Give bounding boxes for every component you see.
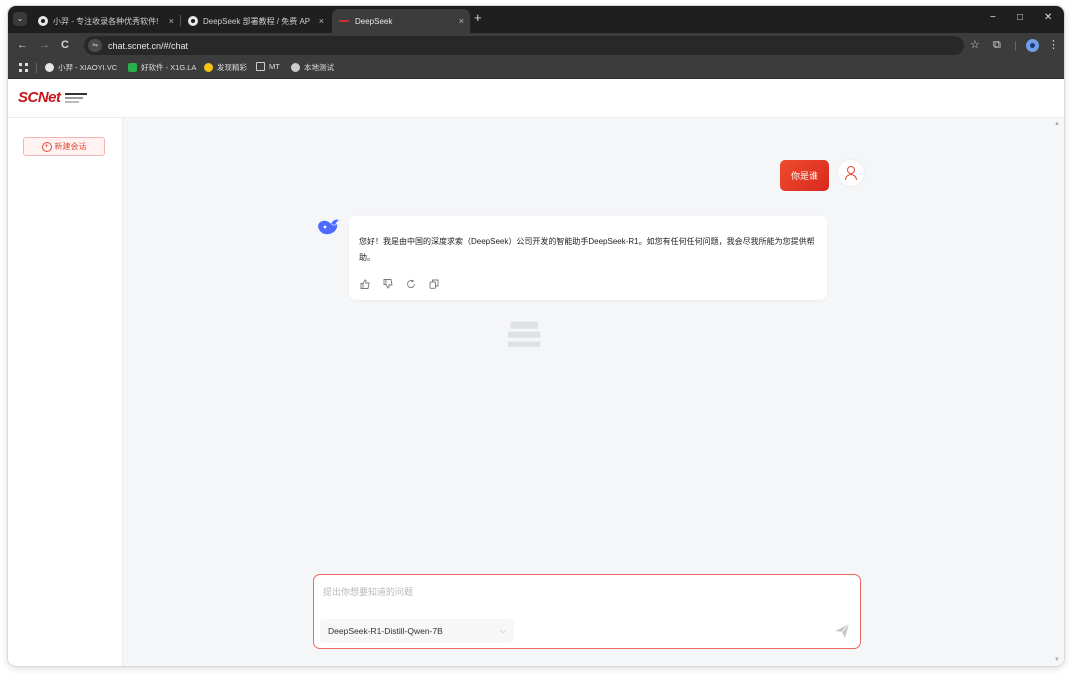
tab-title: 小羿 - 专注收录各种优秀软件! (53, 16, 159, 26)
deepseek-whale-icon (318, 219, 339, 235)
bookmark-xiaoyi[interactable]: 小羿 - XIAOYI.VC (45, 62, 117, 73)
watermark: ▇▇▇▇▇ ▆▆▆▆▆▆ ▅▅▅▅▅▅ (508, 322, 541, 347)
bookmark-label: 好软件 - X1G.LA (141, 63, 197, 72)
maximize-button[interactable]: □ (1017, 12, 1023, 23)
globe-icon (291, 63, 300, 72)
thumbs-down-icon[interactable] (382, 279, 393, 290)
tab-bar: ⌄ 小羿 - 专注收录各种优秀软件! × DeepSeek 部署教程 / 免费 … (8, 6, 1064, 33)
plus-circle-icon: + (41, 141, 52, 152)
close-window-button[interactable]: ✕ (1044, 12, 1052, 23)
bookmark-x1g[interactable]: 好软件 - X1G.LA (128, 62, 196, 73)
chat-composer: DeepSeek-R1-Distill-Qwen-7B ⌵ (313, 574, 861, 649)
bookmark-folder-mt[interactable]: MT (256, 62, 280, 71)
bookmark-label: MT (269, 62, 280, 71)
tab-title: DeepSeek (355, 16, 393, 26)
forward-button[interactable]: → (39, 38, 50, 52)
user-message-text: 你是谁 (790, 171, 818, 181)
thumbs-up-icon[interactable] (359, 279, 370, 290)
copy-icon[interactable] (428, 279, 439, 290)
bookmarks-divider (36, 63, 37, 73)
chevron-down-icon: ⌵ (499, 626, 506, 635)
bookmark-discover[interactable]: 发现精彩 (204, 62, 247, 73)
sidebar: + 新建会话 (8, 118, 123, 666)
page: SCNet + 新建会话 ▲ 你是谁 您好！我是由中国的深度求索（DeepSee… (8, 79, 1064, 666)
folder-icon (256, 62, 265, 71)
user-message-bubble: 你是谁 (780, 160, 829, 191)
browser-window: ⌄ 小羿 - 专注收录各种优秀软件! × DeepSeek 部署教程 / 免费 … (8, 6, 1064, 666)
new-chat-label: 新建会话 (54, 142, 87, 151)
tab-title: DeepSeek 部署教程 / 免费 AP (203, 16, 311, 26)
model-select-value: DeepSeek-R1-Distill-Qwen-7B (328, 626, 443, 636)
tab-search-icon[interactable]: ⌄ (13, 12, 27, 26)
minimize-button[interactable]: − (990, 12, 996, 23)
assistant-message-text: 您好！我是由中国的深度求索（DeepSeek）公司开发的智能助手DeepSeek… (359, 237, 815, 262)
close-tab-icon[interactable]: × (319, 16, 324, 26)
scroll-up-arrow-icon[interactable]: ▲ (1054, 121, 1060, 127)
new-chat-button[interactable]: + 新建会话 (23, 137, 105, 156)
new-tab-button[interactable]: + (474, 11, 482, 25)
assistant-message-bubble: 您好！我是由中国的深度求索（DeepSeek）公司开发的智能助手DeepSeek… (349, 216, 827, 300)
site-info-icon[interactable]: ⇋ (88, 39, 102, 52)
toolbar-divider (1015, 41, 1016, 51)
url-text[interactable]: chat.scnet.cn/#/chat (108, 41, 188, 51)
user-avatar-icon (838, 160, 864, 186)
message-actions (359, 279, 451, 290)
close-tab-icon[interactable]: × (169, 16, 174, 26)
question-input[interactable] (323, 583, 843, 601)
profile-avatar-icon[interactable] (1026, 39, 1039, 52)
site-logo-icon (188, 16, 198, 26)
bookmark-label: 本地测试 (304, 63, 334, 72)
bookmark-label: 发现精彩 (217, 63, 247, 72)
logo-text: SCNet (18, 89, 61, 106)
scroll-down-arrow-icon[interactable]: ▼ (1054, 657, 1060, 663)
bookmark-star-icon[interactable]: ☆ (970, 39, 980, 52)
apps-grid-icon[interactable] (19, 63, 28, 72)
bookmark-label: 小羿 - XIAOYI.VC (58, 63, 118, 72)
x1g-logo-icon (128, 63, 137, 72)
regenerate-icon[interactable] (405, 279, 416, 290)
chat-area[interactable]: ▲ 你是谁 您好！我是由中国的深度求索（DeepSeek）公司开发的智能助手De… (123, 118, 1064, 666)
browser-menu-icon[interactable]: ⋮ (1048, 39, 1059, 52)
site-header: SCNet (8, 79, 1064, 118)
bookmarks-bar: 小羿 - XIAOYI.VC 好软件 - X1G.LA 发现精彩 MT 本地测试 (8, 58, 1064, 79)
tab-xiaoyi[interactable]: 小羿 - 专注收录各种优秀软件! × (32, 9, 180, 33)
extensions-icon[interactable]: ⧉ (993, 39, 1001, 52)
tab-deepseek[interactable]: DeepSeek × (332, 9, 470, 33)
address-bar[interactable]: ⇋ chat.scnet.cn/#/chat (84, 36, 964, 55)
bookmark-local-test[interactable]: 本地测试 (291, 62, 334, 73)
discover-icon (204, 63, 213, 72)
reload-button[interactable]: C (61, 38, 69, 52)
site-logo-icon (38, 16, 48, 26)
close-tab-icon[interactable]: × (459, 16, 464, 26)
back-button[interactable]: ← (17, 38, 28, 52)
send-icon[interactable] (833, 622, 851, 640)
scnet-logo[interactable]: SCNet (18, 89, 87, 106)
tab-deepseek-tutorial[interactable]: DeepSeek 部署教程 / 免费 AP × (182, 9, 330, 33)
browser-toolbar: ← → C ⇋ chat.scnet.cn/#/chat ☆ ⧉ ⋮ (8, 33, 1064, 58)
logo-subtitle-mark (64, 92, 87, 104)
deepseek-favicon-icon (338, 16, 350, 26)
site-logo-icon (45, 63, 54, 72)
tab-divider (180, 15, 181, 26)
model-select[interactable]: DeepSeek-R1-Distill-Qwen-7B ⌵ (320, 619, 514, 643)
